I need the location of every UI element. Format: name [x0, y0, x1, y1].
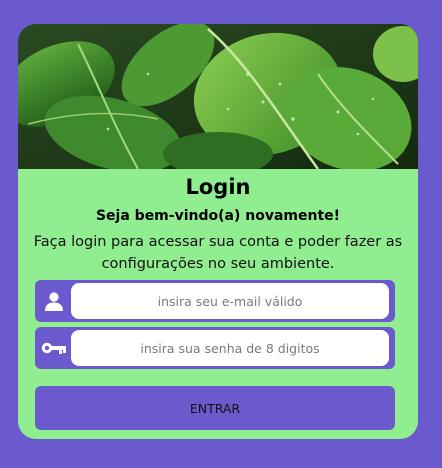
- login-card: Login Seja bem-vindo(a) novamente! Faça …: [18, 24, 418, 439]
- password-field-group: [35, 327, 395, 369]
- welcome-subtitle: Seja bem-vindo(a) novamente!: [95, 208, 341, 224]
- email-field[interactable]: [71, 283, 389, 319]
- password-field[interactable]: [71, 330, 389, 366]
- plant-hero-image: [18, 24, 418, 169]
- login-description: Faça login para acessar sua conta e pode…: [33, 234, 403, 272]
- page-title: Login: [185, 175, 251, 199]
- login-button[interactable]: ENTRAR: [35, 386, 395, 430]
- user-icon: [39, 286, 69, 316]
- key-icon: [39, 333, 69, 363]
- email-field-group: [35, 280, 395, 322]
